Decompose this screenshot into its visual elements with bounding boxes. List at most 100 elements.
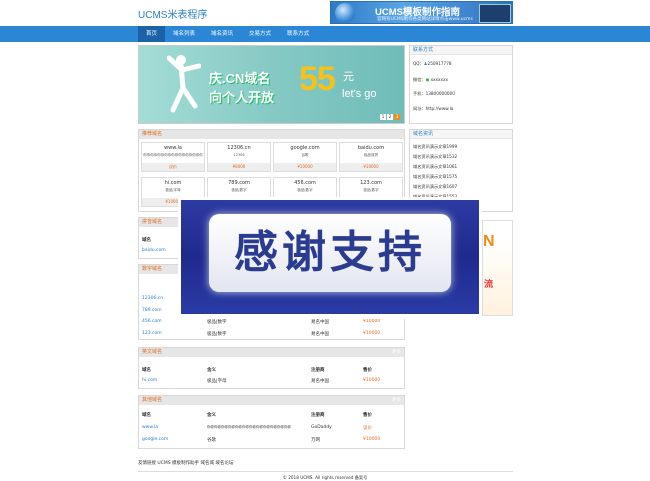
slider-dot-1[interactable]: 1 (380, 114, 386, 120)
popup-background: 感谢支持 (181, 200, 479, 314)
wechat-label: 微信： (413, 77, 426, 82)
row-meaning: 极品|数字 (207, 332, 227, 337)
header: UCMS米表程序 UCMS模板制作指南 官网有UCMS制作各类网站详情点击www… (0, 0, 650, 26)
more-link[interactable]: 更多 (392, 396, 401, 405)
card-domain: www.la (164, 145, 182, 151)
col-domain: 域名 (142, 368, 151, 373)
site-title[interactable]: UCMS米表程序 (138, 6, 207, 21)
col-price: 售价 (363, 413, 372, 418)
domain-card[interactable]: 12306.cn 12306 ¥8000 (207, 142, 271, 172)
side-ad-char: 流 (484, 280, 494, 290)
footer-divider (138, 471, 513, 472)
card-domain: google.com (290, 145, 320, 151)
card-domain: 456.com (294, 180, 316, 186)
table-row[interactable]: google.com 谷歌 万网 ¥10000 (139, 435, 404, 445)
nav-news[interactable]: 域名资讯 (203, 26, 241, 42)
row-domain[interactable]: 789.com (142, 308, 162, 313)
contact-wechat[interactable]: 微信：● xxxxxxx (413, 77, 448, 83)
table-header: 域名 含义 注册商 售价 (139, 365, 404, 375)
col-domain: 域名 (142, 238, 151, 243)
thanks-popup[interactable]: 感谢支持 (178, 197, 482, 319)
row-domain[interactable]: google.com (142, 437, 168, 442)
col-price: 售价 (363, 368, 372, 373)
row-domain[interactable]: 12306.cn (142, 296, 163, 301)
news-item[interactable]: 域名资讯演示文章1607 (413, 184, 457, 190)
domain-card[interactable]: baidu.com 极品双拼 ¥10000 (339, 142, 403, 172)
popup-text: 感谢支持 (234, 227, 426, 278)
contact-qq[interactable]: QQ：♟250917778 (413, 61, 452, 67)
card-note: 12306 (233, 153, 245, 157)
row-domain[interactable]: 456.com (142, 319, 162, 324)
nav-contact[interactable]: 联系方式 (279, 26, 317, 42)
nav-home[interactable]: 首页 (138, 26, 166, 42)
card-domain: baidu.com (357, 145, 385, 151)
slider-dots: 1 2 3 (380, 114, 400, 120)
domain-card[interactable]: www.la 你你你你你你你你你你你你你你你你你你你你你你你你你议价 (141, 142, 205, 172)
contact-site[interactable]: 网址：http://www.la (413, 106, 453, 112)
col-meaning: 含义 (207, 413, 216, 418)
row-registrar: GoDaddy (311, 425, 332, 430)
row-registrar: 易名中国 (311, 379, 329, 384)
contact-title: 联系方式 (410, 46, 512, 55)
nav-trade[interactable]: 交易方式 (241, 26, 279, 42)
row-domain[interactable]: www.la (142, 425, 158, 430)
english-title: 英文域名 更多 (139, 348, 404, 357)
contact-box: 联系方式 QQ：♟250917778 微信：● xxxxxxx 手机：13800… (409, 45, 513, 124)
devices-image (479, 4, 511, 23)
card-note: 极品双拼 (364, 153, 378, 157)
row-price: ¥10000 (363, 378, 381, 383)
row-registrar: 易名中国 (311, 332, 329, 337)
card-price: 议价 (142, 163, 204, 171)
wechat-icon: ● (425, 77, 430, 82)
other-title: 其他域名 更多 (139, 396, 404, 405)
more-link[interactable]: 更多 (392, 348, 401, 357)
footer-links[interactable]: 友情链接 UCMS 模板制作助手 域名城 域名论坛 (138, 460, 233, 466)
qq-label: QQ： (413, 61, 424, 66)
table-row[interactable]: 123.com 极品|数字 易名中国 ¥10000 (139, 329, 404, 339)
card-price: ¥8000 (208, 163, 270, 171)
globe-icon (335, 3, 355, 23)
news-title: 域名资讯 (410, 130, 512, 139)
slider-dot-3[interactable]: 3 (394, 114, 400, 120)
card-domain: 789.com (228, 180, 250, 186)
table-row[interactable]: www.la 你你你你你你你你你你你你你你你你你你你你你你你你 GoDaddy 议价 (139, 423, 404, 433)
hero-slider[interactable]: 庆.CN域名 向个人开放 55 元 let's go 1 2 3 (138, 45, 405, 124)
row-registrar: 易名中国 (311, 320, 329, 325)
slide-tag: let's go (342, 88, 377, 100)
contact-phone: 手机：13800000000 (413, 91, 455, 96)
news-item[interactable]: 域名资讯演示文章1999 (413, 144, 457, 150)
news-item[interactable]: 域名资讯演示文章1061 (413, 164, 457, 170)
row-meaning: 谷歌 (207, 438, 216, 443)
row-price: 议价 (363, 426, 372, 431)
qq-value: 250917778 (427, 61, 452, 66)
row-domain[interactable]: hi.com (142, 378, 157, 383)
header-ad-banner[interactable]: UCMS模板制作指南 官网有UCMS制作各类网站详情点击www.ucms (330, 1, 513, 24)
featured-title: 推荐域名 (139, 130, 404, 139)
news-item[interactable]: 域名资讯演示文章1532 (413, 154, 457, 160)
row-meaning: 极品|字母 (207, 379, 227, 384)
side-ad-image[interactable]: N 流 (482, 220, 513, 316)
english-title-text: 英文域名 (142, 349, 163, 355)
slider-dot-2[interactable]: 2 (387, 114, 393, 120)
card-domain: hi.com (164, 180, 182, 186)
card-note: 你你你你你你你你你你你你你你你你你你你你你你你你你 (143, 153, 203, 157)
english-domains: 英文域名 更多 域名 含义 注册商 售价 hi.com 极品|字母 易名中国 ¥10000 (138, 347, 405, 389)
row-registrar: 万网 (311, 438, 320, 443)
side-ad-letter: N (483, 233, 495, 250)
ad-subtitle: 官网有UCMS制作各类网站详情点击www.ucms (377, 17, 473, 22)
news-item[interactable]: 域名资讯演示文章1575 (413, 174, 457, 180)
row-price: ¥10000 (363, 331, 381, 336)
domain-card[interactable]: google.com 谷歌 ¥10000 (273, 142, 337, 172)
row-domain[interactable]: baidu.com (142, 248, 166, 253)
table-row[interactable]: hi.com 极品|字母 易名中国 ¥10000 (139, 376, 404, 386)
nav-domain-list[interactable]: 域名列表 (165, 26, 203, 42)
jumping-man-image (167, 55, 201, 113)
row-domain[interactable]: 123.com (142, 331, 162, 336)
card-price: ¥10000 (274, 163, 336, 171)
row-meaning: 你你你你你你你你你你你你你你你你你你你你你你你你 (207, 425, 291, 429)
col-registrar: 注册商 (311, 368, 325, 373)
card-note: 极品|字母 (165, 188, 181, 192)
slide-line2: 向个人开放 (209, 90, 275, 105)
row-price: ¥10000 (363, 437, 381, 442)
copyright: © 2018 UCMS. All rights reserved 备案号 (282, 475, 368, 480)
